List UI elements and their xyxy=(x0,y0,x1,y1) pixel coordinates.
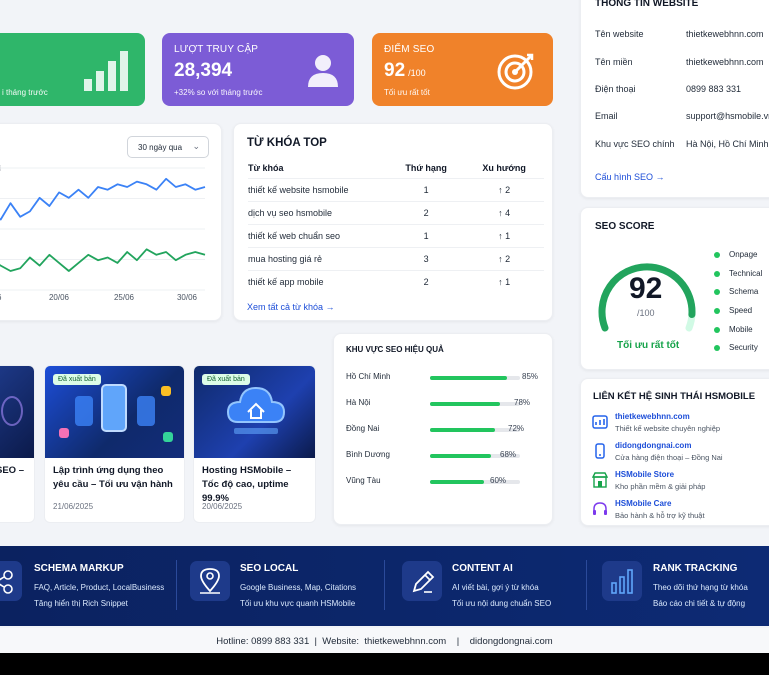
feature-rank-tracking[interactable]: RANK TRACKING Theo dõi thứ hạng từ khóa … xyxy=(600,546,769,626)
x-tick-label: 30/06 xyxy=(177,293,198,302)
stat-label: LƯỢT TRUY CẬP xyxy=(174,44,259,55)
divider xyxy=(176,560,177,610)
th-rank: Thứ hạng xyxy=(405,162,447,173)
table-row[interactable]: thiết kế website hsmobile 1 ↑ 2 xyxy=(248,177,544,201)
feature-title: CONTENT AI xyxy=(452,563,513,574)
keywords-table: Từ khóa Thứ hạng Xu hướng thiết kế websi… xyxy=(248,158,544,293)
target-icon xyxy=(497,53,534,90)
series-line-0 xyxy=(0,177,206,221)
stat-sub: Tối ưu rất tốt xyxy=(384,88,430,97)
post-thumbnail xyxy=(0,366,34,458)
feature-schema[interactable]: SCHEMA MARKUP FAQ, Article, Product, Loc… xyxy=(0,546,180,626)
region-row: Đồng Nai 72% xyxy=(346,424,525,433)
divider xyxy=(384,560,385,610)
stat-card-growth: i tháng trước xyxy=(0,33,145,106)
feature-line: Google Business, Map, Citations xyxy=(240,583,357,592)
ecosystem-card: LIÊN KẾT HỆ SINH THÁI HSMOBILE xyxy=(580,378,769,526)
footer-text: Hotline: 0899 883 331 | Website: thietke… xyxy=(216,636,553,647)
table-row[interactable]: thiết kế app mobile 2 ↑ 1 xyxy=(248,269,544,293)
stat-card-seo: ĐIỂM SEO 92/100 Tối ưu rất tốt xyxy=(372,33,553,106)
top-keywords-card: TỪ KHÓA TOP Từ khóa Thứ hạng Xu hướng th… xyxy=(233,123,553,321)
seo-score-title: SEO SCORE xyxy=(595,221,655,232)
table-row[interactable]: thiết kế web chuẩn seo 1 ↑ 1 xyxy=(248,223,544,247)
region-row: Bình Dương 68% xyxy=(346,450,556,459)
phone-icon xyxy=(595,443,605,459)
headset-icon xyxy=(593,502,607,515)
region-bar xyxy=(430,480,484,484)
feature-line: Theo dõi thứ hạng từ khóa xyxy=(653,583,748,592)
region-bar xyxy=(430,376,507,380)
map-pin-icon xyxy=(190,561,230,601)
post-title: Lập trình ứng dụng theo yêu cầu – Tối ưu… xyxy=(53,465,173,490)
region-row: Hồ Chí Minh 85% xyxy=(346,372,539,381)
feature-line: Tối ưu khu vực quanh HSMobile xyxy=(240,599,356,608)
pen-icon xyxy=(402,561,442,601)
region-bar xyxy=(430,454,492,458)
post-title: Hosting HSMobile – Tốc độ cao, uptime 99… xyxy=(202,465,292,504)
feature-line: Tối ưu nội dung chuẩn SEO xyxy=(452,599,552,608)
table-row[interactable]: mua hosting giá rẻ 3 ↑ 2 xyxy=(248,246,544,270)
status-badge: Đã xuất bản xyxy=(202,374,250,385)
x-tick-label: 25/06 xyxy=(114,293,135,302)
feature-content-ai[interactable]: CONTENT AI AI viết bài, gợi ý từ khóa Tố… xyxy=(400,546,590,626)
feature-title: RANK TRACKING xyxy=(653,563,738,574)
x-tick-label: 20/06 xyxy=(49,293,70,302)
top-keywords-title: TỪ KHÓA TOP xyxy=(247,137,327,149)
traffic-line-chart: 6 20/06 25/06 30/06 xyxy=(0,167,206,302)
stat-sub: i tháng trước xyxy=(2,88,48,97)
stat-value: 28,394 xyxy=(174,60,233,81)
th-trend: Xu hướng xyxy=(482,162,526,173)
store-icon xyxy=(592,472,608,488)
schema-icon xyxy=(0,561,22,601)
cloud-icon xyxy=(226,386,286,434)
region-bar xyxy=(430,402,501,406)
stat-card-visits: LƯỢT TRUY CẬP 28,394 +32% so với tháng t… xyxy=(162,33,354,106)
user-icon xyxy=(308,55,338,87)
ecosystem-title: LIÊN KẾT HỆ SINH THÁI HSMOBILE xyxy=(593,391,756,402)
feature-line: Báo cáo chi tiết & tự động xyxy=(653,599,746,608)
region-row: Vũng Tàu 60% xyxy=(346,476,556,485)
seo-regions-title: KHU VỰC SEO HIỆU QUẢ xyxy=(346,345,444,354)
th-keyword: Từ khóa xyxy=(248,162,284,173)
stat-value: 92/100 xyxy=(384,60,426,81)
chart-icon xyxy=(592,415,608,429)
region-row: Hà Nội 78% xyxy=(346,398,531,407)
post-date: 21/06/2025 xyxy=(53,502,94,511)
post-card[interactable]: Đã xuất bản Lập trình ứng dụng theo yêu … xyxy=(44,365,185,523)
region-bar xyxy=(430,428,495,432)
feature-line: FAQ, Article, Product, LocalBusiness xyxy=(34,583,165,592)
bottom-black-band xyxy=(0,653,769,675)
feature-line: AI viết bài, gợi ý từ khóa xyxy=(452,583,539,592)
x-tick-label: 6 xyxy=(0,293,2,302)
table-row[interactable]: dịch vụ seo hsmobile 2 ↑ 4 xyxy=(248,200,544,224)
bar-chart-icon xyxy=(84,51,128,91)
seo-regions-card: KHU VỰC SEO HIỆU QUẢ Hồ Chí Minh 85% Hà … xyxy=(333,333,553,525)
traffic-chart-card: i 30 ngày qua ⌄ 620/0625/0630/06 xyxy=(0,123,222,321)
seo-score-status: Tối ưu rất tốt xyxy=(617,340,680,351)
status-badge: Đã xuất bản xyxy=(53,374,101,385)
post-title: SEO – xyxy=(0,465,24,476)
stat-label: ĐIỂM SEO xyxy=(384,44,435,55)
date-range-select[interactable]: 30 ngày qua ⌄ xyxy=(127,136,209,158)
post-card[interactable]: SEO – xyxy=(0,365,35,523)
stat-sub: +32% so với tháng trước xyxy=(174,88,263,97)
divider xyxy=(586,560,587,610)
seo-score-value: 92 xyxy=(629,272,663,305)
seo-config-link[interactable]: Cấu hình SEO → xyxy=(595,172,665,182)
post-card[interactable]: Đã xuất bản Hosting HSMobile – Tốc độ ca… xyxy=(193,365,316,523)
feature-line: Tăng hiển thị Rich Snippet xyxy=(34,599,128,608)
feature-title: SEO LOCAL xyxy=(240,563,299,574)
feature-title: SCHEMA MARKUP xyxy=(34,563,124,574)
series-line-1 xyxy=(0,248,206,272)
bar-chart-icon xyxy=(602,561,642,601)
seo-score-unit: /100 xyxy=(637,308,655,318)
feature-seo-local[interactable]: SEO LOCAL Google Business, Map, Citation… xyxy=(188,546,388,626)
chevron-down-icon: ⌄ xyxy=(192,141,200,151)
website-info-title: THÔNG TIN WEBSITE xyxy=(595,0,699,9)
website-info-card: THÔNG TIN WEBSITE Tên website thietkewebh… xyxy=(580,0,769,198)
see-all-keywords-link[interactable]: Xem tất cả từ khóa → xyxy=(247,302,335,312)
post-date: 20/06/2025 xyxy=(202,502,243,511)
